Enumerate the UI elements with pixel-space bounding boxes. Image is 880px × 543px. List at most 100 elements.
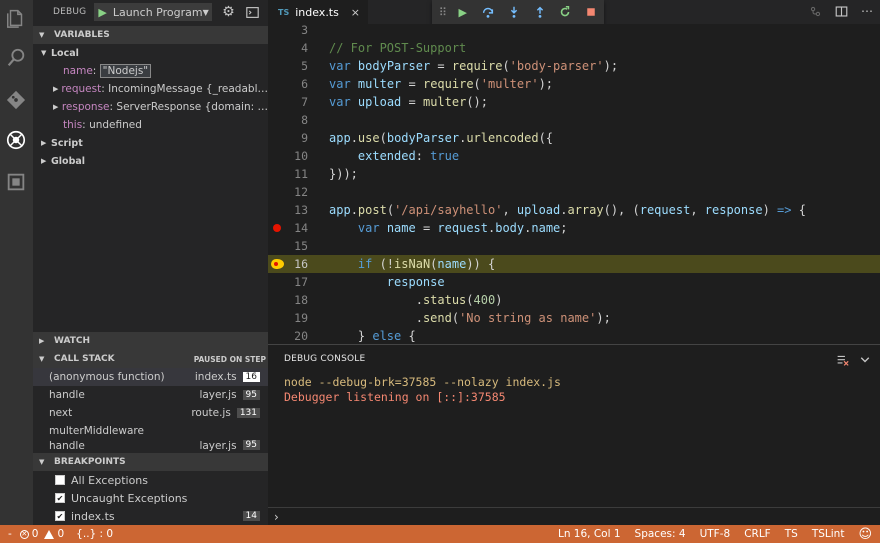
variables-header[interactable]: ▼ VARIABLES (33, 26, 268, 44)
breakpoint-label: index.ts (71, 509, 115, 523)
variable-value: undefined (89, 119, 142, 131)
breakpoint-checkbox[interactable] (55, 475, 65, 485)
encoding[interactable]: UTF-8 (700, 528, 731, 540)
step-over-icon[interactable] (476, 1, 502, 23)
clear-console-icon[interactable] (834, 352, 850, 368)
stack-frame[interactable]: next route.js 131 (33, 404, 268, 422)
stack-frame[interactable]: handle layer.js 95 (33, 440, 268, 452)
variable-name: name (63, 65, 93, 77)
line-number: 18 (294, 293, 308, 307)
terminal-icon[interactable] (244, 4, 260, 20)
smiley-icon[interactable]: ☺ (858, 527, 872, 542)
chevron-down-icon: ▼ (41, 49, 47, 57)
code-line: 7 var upload = multer(); (268, 93, 880, 111)
current-line: 16 if (!isNaN(name)) { (268, 255, 880, 273)
line-number: 6 (301, 77, 308, 91)
stack-frame[interactable]: (anonymous function) index.ts 16 (33, 368, 268, 386)
line-number: 13 (294, 203, 308, 217)
search-icon[interactable] (4, 46, 28, 70)
scope-local[interactable]: ▼ Local (33, 44, 268, 62)
open-changes-icon[interactable] (808, 3, 822, 19)
step-into-icon[interactable] (501, 1, 527, 23)
scope-global[interactable]: ▶ Global (33, 152, 268, 170)
watch-header[interactable]: ▶ WATCH (33, 332, 268, 350)
stack-frame-function: handle (49, 440, 85, 452)
play-icon[interactable]: ▶ (98, 6, 106, 19)
brace-indicator[interactable]: {..} : 0 (76, 528, 113, 540)
continue-icon[interactable]: ▶ (450, 1, 476, 23)
launch-config-select[interactable]: ▶ Launch Program ▼ (94, 3, 213, 21)
scope-script-label: Script (51, 137, 83, 149)
line-number: 4 (301, 41, 308, 55)
editor-actions: ⋯ (808, 3, 874, 19)
stack-frame-line: 95 (242, 440, 260, 450)
restart-icon[interactable] (553, 1, 579, 23)
breakpoint-line: 14 (242, 511, 260, 521)
language-mode[interactable]: TS (785, 528, 798, 540)
stack-frame[interactable]: handle layer.js 95 (33, 386, 268, 404)
stack-frame-file: route.js (191, 407, 231, 419)
line-ending[interactable]: CRLF (744, 528, 771, 540)
variable-name: request (61, 83, 102, 95)
stack-frame-function: next (49, 407, 73, 419)
chevron-down-icon: ▼ (39, 31, 45, 39)
code-line: 15 (268, 237, 880, 255)
git-icon[interactable] (4, 88, 28, 112)
collapse-panel-icon[interactable] (857, 352, 873, 368)
chevron-right-icon: ▶ (53, 103, 59, 111)
chevron-right-icon: ▶ (39, 337, 45, 345)
watch-title: WATCH (54, 336, 91, 346)
launch-config-label: Launch Program (112, 5, 203, 19)
variable-row[interactable]: ▶ response: ServerResponse {domain: … (33, 98, 268, 116)
variable-row[interactable]: this: undefined (33, 116, 268, 134)
cursor-position[interactable]: Ln 16, Col 1 (558, 528, 621, 540)
variable-row[interactable]: ▶ request: IncomingMessage {_readabl… (33, 80, 268, 98)
call-stack-title: CALL STACK (54, 354, 115, 364)
tab-label: index.ts (295, 5, 339, 19)
status-remote-icon[interactable]: - (8, 528, 12, 540)
gear-icon[interactable]: ⚙ (220, 4, 236, 20)
breakpoint-item[interactable]: All Exceptions (33, 471, 268, 489)
current-statement-icon[interactable] (271, 259, 284, 269)
more-icon[interactable]: ⋯ (860, 3, 874, 19)
breakpoint-icon[interactable] (273, 224, 281, 232)
stack-frame[interactable]: multerMiddleware (33, 422, 268, 440)
indentation[interactable]: Spaces: 4 (635, 528, 686, 540)
extensions-icon[interactable] (4, 170, 28, 194)
problems-indicator[interactable]: ✕ 0 0 (19, 528, 65, 540)
drag-handle-icon[interactable]: ⠿ (436, 1, 450, 23)
code-line: 13 app.post('/api/sayhello', upload.array… (268, 201, 880, 219)
scope-script[interactable]: ▶ Script (33, 134, 268, 152)
breakpoint-checkbox[interactable]: ✔ (55, 493, 65, 503)
tab-index-ts[interactable]: TS index.ts × (268, 0, 368, 24)
close-icon[interactable]: × (351, 6, 360, 19)
breakpoint-checkbox[interactable]: ✔ (55, 511, 65, 521)
scope-global-label: Global (51, 155, 86, 167)
line-number: 8 (301, 113, 308, 127)
variable-value: ServerResponse {domain: … (116, 101, 268, 113)
console-output-line: Debugger listening on [::]:37585 (284, 390, 506, 404)
stack-frame-file: layer.js (199, 389, 237, 401)
split-editor-icon[interactable] (834, 3, 848, 19)
variable-name: this (63, 119, 83, 131)
debug-icon[interactable] (4, 128, 28, 152)
step-out-icon[interactable] (527, 1, 553, 23)
line-number: 3 (301, 24, 308, 37)
breakpoint-item[interactable]: ✔ index.ts 14 (33, 507, 268, 525)
breakpoints-header[interactable]: ▼ BREAKPOINTS (33, 453, 268, 471)
error-count: 0 (31, 528, 39, 540)
code-line: 9 app.use(bodyParser.urlencoded({ (268, 129, 880, 147)
breakpoints-section: ▼ BREAKPOINTS All Exceptions ✔ Uncaught … (33, 453, 268, 525)
repl-input[interactable]: › (268, 507, 880, 525)
stack-frame-function: (anonymous function) (49, 371, 165, 383)
error-icon: ✕ (19, 529, 29, 539)
code-editor[interactable]: 3 4// For POST-Support 5 var bodyParser =… (268, 24, 880, 344)
variable-row[interactable]: name: "Nodejs" (33, 62, 268, 80)
warning-count: 0 (57, 528, 65, 540)
panel-title[interactable]: DEBUG CONSOLE (284, 354, 365, 364)
stop-icon[interactable] (578, 1, 604, 23)
linter-status[interactable]: TSLint (812, 528, 845, 540)
breakpoint-item[interactable]: ✔ Uncaught Exceptions (33, 489, 268, 507)
files-icon[interactable] (4, 6, 28, 30)
call-stack-header[interactable]: ▼ CALL STACK PAUSED ON STEP (33, 350, 268, 368)
